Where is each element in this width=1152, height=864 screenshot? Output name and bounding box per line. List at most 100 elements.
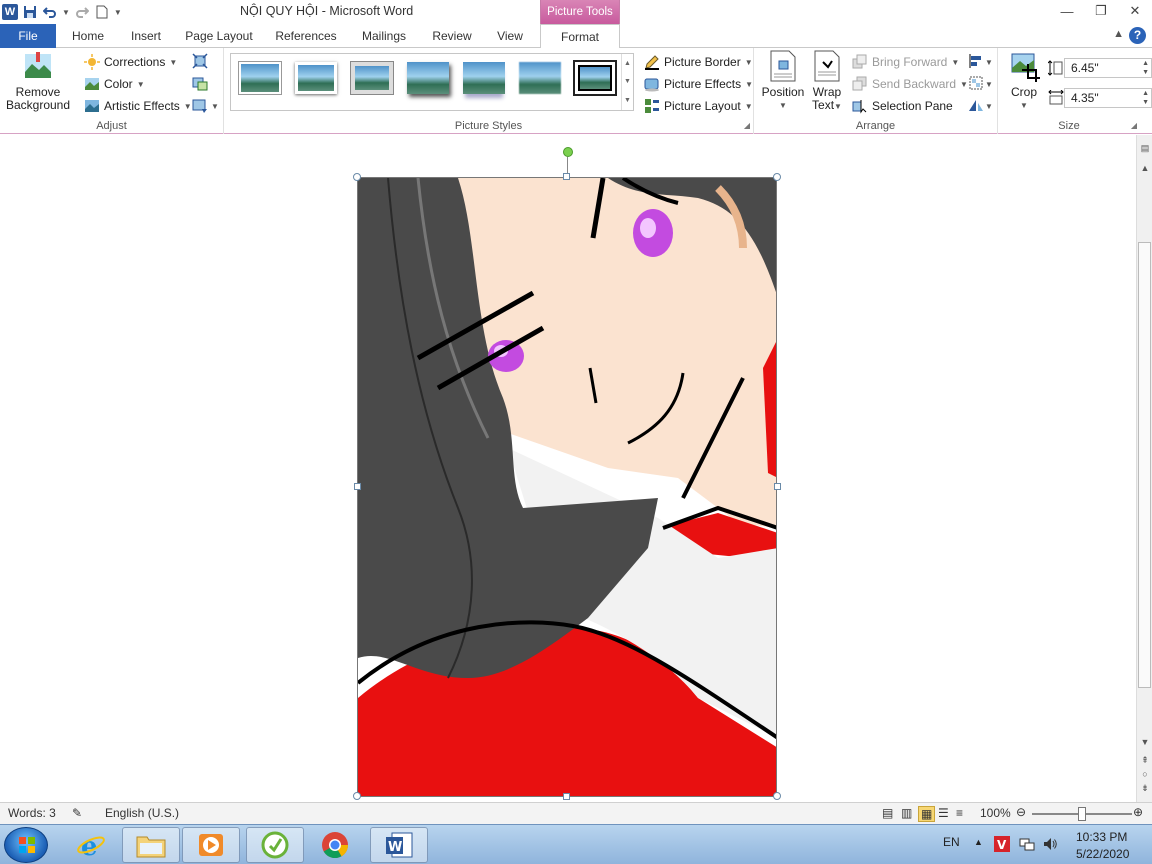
tray-app-icon[interactable]: V bbox=[994, 836, 1010, 864]
chevron-down-icon[interactable]: ▼ bbox=[624, 78, 631, 85]
resize-handle-top-right[interactable] bbox=[773, 173, 781, 181]
customize-qat-icon[interactable]: ▼ bbox=[114, 8, 122, 17]
zoom-in-icon[interactable]: ⊕ bbox=[1133, 805, 1143, 819]
corrections-button[interactable]: Corrections ▼ bbox=[84, 52, 177, 72]
next-page-icon[interactable]: ⇟ bbox=[1137, 783, 1152, 794]
vertical-scrollbar[interactable]: ▤ ▲ ▼ ⇞ ○ ⇟ bbox=[1136, 135, 1152, 802]
new-document-icon[interactable] bbox=[94, 4, 110, 20]
resize-handle-bottom[interactable] bbox=[563, 793, 570, 800]
tab-home[interactable]: Home bbox=[62, 24, 114, 48]
proofing-icon[interactable]: ✎ bbox=[72, 806, 82, 820]
minimize-ribbon-icon[interactable]: ▲ bbox=[1113, 28, 1124, 40]
resize-handle-top[interactable] bbox=[563, 173, 570, 180]
reset-dropdown-icon[interactable]: ▼ bbox=[211, 102, 219, 111]
style-thumb-reflected[interactable] bbox=[463, 62, 505, 94]
resize-handle-top-left[interactable] bbox=[353, 173, 361, 181]
taskbar-green-app[interactable] bbox=[246, 827, 304, 863]
position-button[interactable]: Position ▼ bbox=[760, 50, 806, 112]
undo-dropdown-icon[interactable]: ▼ bbox=[62, 8, 70, 17]
previous-page-icon[interactable]: ⇞ bbox=[1137, 755, 1152, 766]
artistic-effects-button[interactable]: Artistic Effects ▼ bbox=[84, 96, 192, 116]
clock-date[interactable]: 5/22/2020 bbox=[1076, 847, 1129, 864]
start-button[interactable] bbox=[4, 827, 48, 863]
taskbar-file-explorer[interactable] bbox=[122, 827, 180, 863]
zoom-slider-knob[interactable] bbox=[1078, 807, 1086, 821]
picture-layout-button[interactable]: Picture Layout ▼ bbox=[644, 96, 753, 116]
volume-icon[interactable] bbox=[1042, 836, 1058, 864]
change-picture-icon[interactable] bbox=[192, 75, 208, 91]
browse-object-icon[interactable]: ○ bbox=[1137, 769, 1152, 779]
taskbar-media-player[interactable] bbox=[182, 827, 240, 863]
compress-pictures-icon[interactable] bbox=[192, 53, 208, 69]
tab-page-layout[interactable]: Page Layout bbox=[178, 24, 260, 48]
style-thumb-soft-edge[interactable] bbox=[519, 62, 561, 94]
send-backward-button[interactable]: Send Backward ▼ bbox=[852, 74, 968, 94]
tab-format[interactable]: Format bbox=[540, 24, 620, 49]
restore-icon[interactable]: ❐ bbox=[1084, 0, 1118, 22]
resize-handle-left[interactable] bbox=[354, 483, 361, 490]
outline-icon[interactable]: ☰ bbox=[938, 806, 949, 820]
dialog-launcher-icon[interactable]: ◢ bbox=[744, 121, 750, 130]
shape-width-field[interactable]: 4.35" ▲ ▼ bbox=[1064, 88, 1152, 108]
rotation-handle[interactable] bbox=[563, 147, 573, 157]
crop-button[interactable]: Crop ▼ bbox=[1004, 50, 1044, 112]
height-spinner[interactable]: ▲ ▼ bbox=[1142, 59, 1149, 77]
word-count[interactable]: Words: 3 bbox=[8, 806, 56, 820]
scroll-thumb[interactable] bbox=[1138, 242, 1151, 688]
style-thumb-drop-shadow[interactable] bbox=[407, 62, 449, 94]
tab-review[interactable]: Review bbox=[424, 24, 480, 48]
remove-background-button[interactable]: Remove Background bbox=[4, 50, 72, 112]
chevron-up-icon[interactable]: ▲ bbox=[624, 60, 631, 67]
taskbar-internet-explorer[interactable]: e bbox=[62, 827, 120, 863]
color-button[interactable]: Color ▼ bbox=[84, 74, 145, 94]
resize-handle-bottom-left[interactable] bbox=[353, 792, 361, 800]
rotate-icon[interactable] bbox=[968, 97, 984, 113]
shape-height-field[interactable]: 6.45" ▲ ▼ bbox=[1064, 58, 1152, 78]
tab-mailings[interactable]: Mailings bbox=[352, 24, 416, 48]
taskbar-word[interactable]: W bbox=[370, 827, 428, 863]
group-objects-icon[interactable] bbox=[968, 75, 984, 91]
tab-insert[interactable]: Insert bbox=[120, 24, 172, 48]
tab-file[interactable]: File bbox=[0, 24, 56, 48]
style-thumb-beveled[interactable] bbox=[295, 62, 337, 94]
size-dialog-launcher-icon[interactable]: ◢ bbox=[1131, 121, 1137, 130]
zoom-level[interactable]: 100% bbox=[980, 806, 1011, 820]
more-icon[interactable]: ▼ bbox=[624, 97, 631, 104]
style-thumb-black-frame[interactable] bbox=[573, 60, 617, 96]
network-icon[interactable] bbox=[1019, 836, 1035, 864]
taskbar-chrome[interactable] bbox=[306, 827, 364, 863]
group-dropdown-icon[interactable]: ▼ bbox=[985, 80, 993, 89]
close-icon[interactable]: ✕ bbox=[1118, 0, 1152, 22]
selection-pane-button[interactable]: Selection Pane bbox=[852, 96, 953, 116]
style-thumb-simple-frame[interactable] bbox=[239, 62, 281, 94]
input-language[interactable]: EN bbox=[943, 835, 960, 864]
reset-picture-icon[interactable] bbox=[192, 97, 208, 113]
wrap-text-button[interactable]: Wrap Text▼ bbox=[808, 50, 846, 113]
picture-border-button[interactable]: Picture Border ▼ bbox=[644, 52, 753, 72]
print-layout-icon[interactable]: ▤ bbox=[882, 806, 893, 820]
align-icon[interactable] bbox=[968, 53, 984, 69]
rotate-dropdown-icon[interactable]: ▼ bbox=[985, 102, 993, 111]
draft-icon[interactable]: ≡ bbox=[956, 806, 963, 820]
bring-forward-button[interactable]: Bring Forward ▼ bbox=[852, 52, 959, 72]
gallery-scroll[interactable]: ▲ ▼ ▼ bbox=[621, 54, 633, 110]
document-canvas[interactable] bbox=[0, 135, 1136, 802]
scroll-up-icon[interactable]: ▲ bbox=[1137, 163, 1152, 173]
resize-handle-right[interactable] bbox=[774, 483, 781, 490]
save-icon[interactable] bbox=[22, 4, 38, 20]
full-screen-reading-icon[interactable]: ▥ bbox=[901, 806, 912, 820]
minimize-icon[interactable]: — bbox=[1050, 0, 1084, 22]
inserted-picture-anime-portrait[interactable] bbox=[357, 177, 777, 797]
align-dropdown-icon[interactable]: ▼ bbox=[985, 58, 993, 67]
zoom-out-icon[interactable]: ⊖ bbox=[1016, 805, 1026, 819]
show-hidden-icons-icon[interactable]: ▲ bbox=[974, 837, 983, 864]
word-app-icon[interactable]: W bbox=[2, 4, 18, 20]
scroll-down-icon[interactable]: ▼ bbox=[1137, 737, 1152, 747]
ruler-toggle-icon[interactable]: ▤ bbox=[1137, 143, 1152, 154]
width-spinner[interactable]: ▲ ▼ bbox=[1142, 89, 1149, 107]
tab-view[interactable]: View bbox=[488, 24, 532, 48]
redo-icon[interactable] bbox=[74, 4, 90, 20]
web-layout-icon[interactable]: ▦ bbox=[918, 806, 936, 822]
undo-icon[interactable] bbox=[42, 4, 58, 20]
language-indicator[interactable]: English (U.S.) bbox=[105, 806, 179, 820]
